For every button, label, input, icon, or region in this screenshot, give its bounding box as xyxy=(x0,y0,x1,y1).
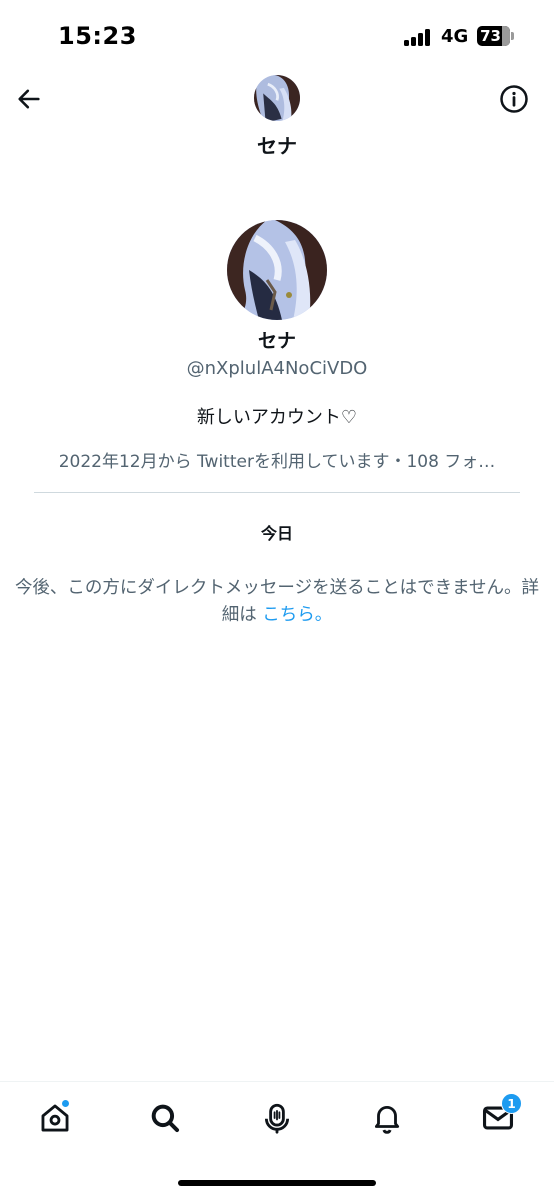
battery-icon: 73 xyxy=(477,26,514,46)
nav-search[interactable] xyxy=(145,1098,185,1138)
info-icon xyxy=(500,85,528,113)
signal-icon xyxy=(404,28,434,46)
avatar-image xyxy=(227,220,327,320)
home-notification-dot xyxy=(61,1099,70,1108)
avatar-image xyxy=(254,75,300,121)
date-label: 今日 xyxy=(260,524,293,543)
dm-restriction-notice: 今後、この方にダイレクトメッセージを送ることはできません。詳細は こちら。 xyxy=(10,575,544,629)
network-type: 4G xyxy=(441,26,469,47)
header-avatar[interactable] xyxy=(254,75,300,121)
nav-spaces[interactable] xyxy=(257,1098,297,1138)
arrow-left-icon xyxy=(18,89,40,109)
nav-notifications[interactable] xyxy=(367,1098,407,1138)
search-icon xyxy=(151,1104,180,1133)
nav-home[interactable] xyxy=(35,1098,75,1138)
microphone-icon xyxy=(264,1103,290,1134)
info-button[interactable] xyxy=(497,82,531,116)
nav-messages[interactable]: 1 xyxy=(478,1093,522,1138)
header-title: セナ xyxy=(257,134,297,158)
battery-level: 73 xyxy=(480,27,501,45)
status-time: 15:23 xyxy=(58,22,137,50)
messages-badge: 1 xyxy=(501,1093,522,1114)
back-button[interactable] xyxy=(12,82,46,116)
profile-bio: 新しいアカウント♡ xyxy=(196,407,358,428)
profile-meta[interactable]: 2022年12月から Twitterを利用しています・108 フォ… xyxy=(34,447,520,472)
divider xyxy=(34,492,520,493)
profile-handle: @nXplulA4NoCiVDO xyxy=(186,358,368,379)
bell-icon xyxy=(374,1106,400,1134)
profile-avatar[interactable] xyxy=(227,220,327,320)
home-indicator[interactable] xyxy=(178,1180,376,1186)
status-bar: 15:23 4G 73 xyxy=(0,0,554,70)
profile-name: セナ xyxy=(257,330,296,352)
learn-more-link[interactable]: こちら。 xyxy=(262,605,332,625)
